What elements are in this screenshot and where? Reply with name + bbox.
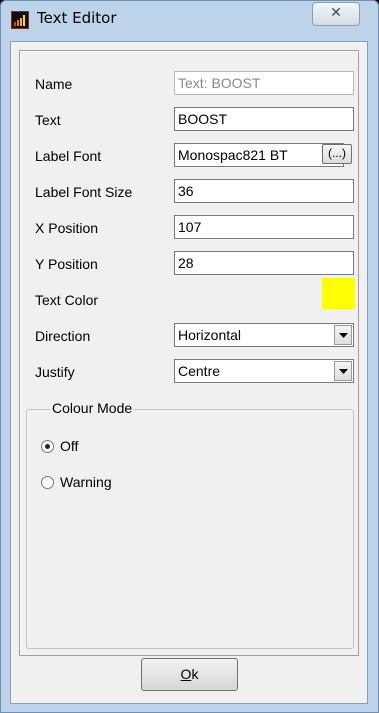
- radio-warning-label: Warning: [60, 474, 112, 490]
- close-icon: ✕: [330, 5, 342, 21]
- browse-font-button[interactable]: (...): [322, 144, 352, 164]
- dropdown-arrow-icon[interactable]: [334, 325, 352, 345]
- chart-bars-icon: [11, 11, 29, 29]
- justify-label: Justify: [35, 364, 75, 380]
- text-color-swatch[interactable]: [322, 278, 355, 309]
- window-title: Text Editor: [37, 9, 117, 27]
- radio-off-label: Off: [60, 438, 79, 454]
- label-font-size-label: Label Font Size: [35, 184, 133, 200]
- justify-dropdown[interactable]: Centre: [174, 359, 354, 383]
- dialog-body: Name Text: BOOST Text BOOST Label Font M…: [10, 41, 368, 704]
- label-font-field[interactable]: Monospac821 BT: [174, 143, 344, 167]
- text-editor-window: Text Editor ✕ Name Text: BOOST Text BOOS…: [0, 0, 379, 713]
- dropdown-arrow-icon[interactable]: [334, 361, 352, 381]
- name-field[interactable]: Text: BOOST: [174, 71, 354, 95]
- text-label: Text: [35, 112, 61, 128]
- label-font-label: Label Font: [35, 148, 102, 164]
- ok-button-label: k: [191, 666, 199, 682]
- title-bar[interactable]: Text Editor ✕: [0, 0, 379, 40]
- y-position-label: Y Position: [35, 256, 98, 272]
- properties-panel: Name Text: BOOST Text BOOST Label Font M…: [19, 50, 359, 656]
- radio-button-icon[interactable]: [41, 440, 54, 453]
- direction-label: Direction: [35, 328, 91, 344]
- name-label: Name: [35, 76, 73, 92]
- text-field[interactable]: BOOST: [174, 107, 354, 131]
- ok-button[interactable]: Ok: [141, 658, 238, 691]
- ok-button-mnemonic: O: [180, 666, 192, 682]
- direction-value: Horizontal: [178, 327, 242, 343]
- text-color-label: Text Color: [35, 292, 99, 308]
- x-position-field[interactable]: 107: [174, 215, 354, 239]
- justify-value: Centre: [178, 363, 221, 379]
- radio-button-icon[interactable]: [41, 476, 54, 489]
- colour-mode-title: Colour Mode: [50, 400, 135, 416]
- label-font-size-field[interactable]: 36: [174, 179, 354, 203]
- close-button[interactable]: ✕: [312, 2, 360, 26]
- x-position-label: X Position: [35, 220, 99, 236]
- y-position-field[interactable]: 28: [174, 251, 354, 275]
- direction-dropdown[interactable]: Horizontal: [174, 323, 354, 347]
